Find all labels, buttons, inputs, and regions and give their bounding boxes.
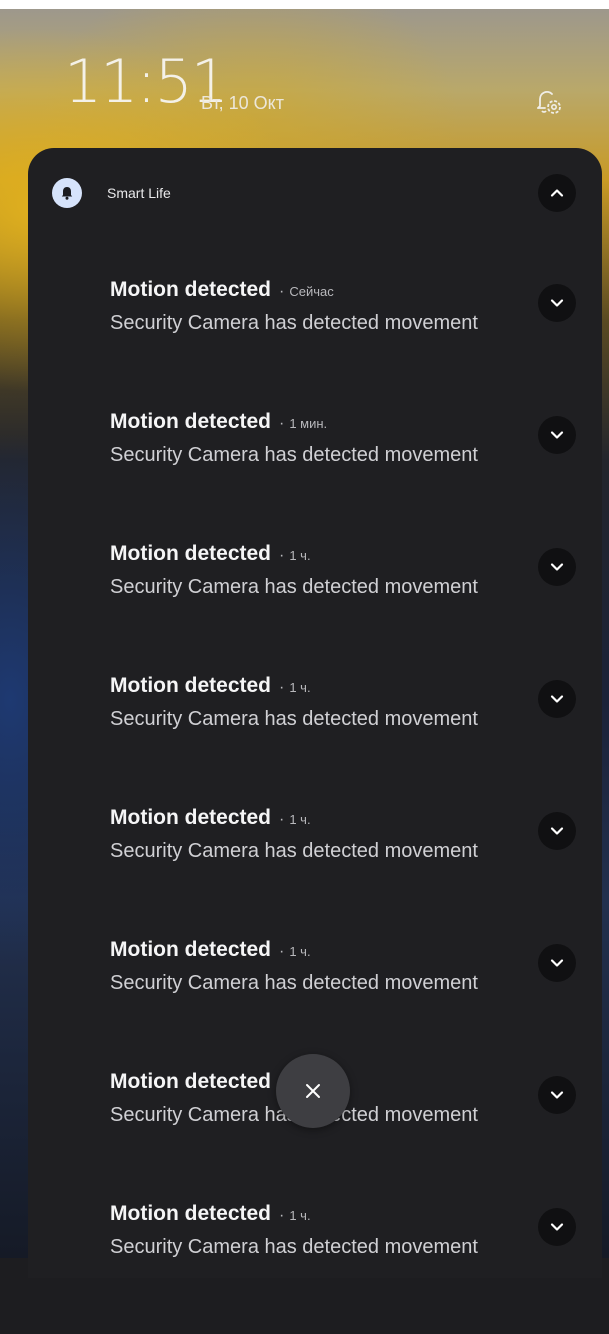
chevron-down-icon [550,299,564,307]
notification-title-line: Motion detected · 1 ч. [110,938,311,962]
expand-notification-button[interactable] [538,812,576,850]
notification-item[interactable]: Motion detected · 1 ч. Security Camera has … [28,938,602,1070]
notification-title: Motion detected [110,938,271,961]
collapse-group-button[interactable] [538,174,576,212]
notification-item[interactable]: Motion detected · 1 мин. Security Camera ha… [28,410,602,542]
separator-dot: · [279,811,285,828]
chevron-down-icon [550,1091,564,1099]
notification-body: Security Camera has detected movement [110,1236,478,1258]
notification-item[interactable]: Motion detected · Сейчас Security Camera ha… [28,278,602,410]
notification-title-line: Motion detected · 1 мин. [110,410,327,434]
notification-title-line: Motion detected · 1 ч. [110,806,311,830]
chevron-down-icon [550,695,564,703]
notification-settings-icon [537,91,561,114]
notification-body: Security Camera has detected movement [110,444,478,466]
notification-title-line: Motion detected · 1 ч. [110,674,311,698]
chevron-down-icon [550,431,564,439]
expand-notification-button[interactable] [538,548,576,586]
close-icon [306,1084,320,1098]
notification-title-line: Motion detected · Сейчас [110,278,334,302]
notification-group-header[interactable]: Smart Life [28,148,602,240]
notification-body: Security Camera has detected movement [110,840,478,862]
chevron-down-icon [550,959,564,967]
chevron-down-icon [550,1223,564,1231]
status-bar-strip [0,0,609,9]
app-icon [52,178,82,208]
clear-all-button[interactable] [276,1054,350,1128]
notification-title: Motion detected [110,278,271,301]
expand-notification-button[interactable] [538,416,576,454]
notification-time: Сейчас [289,284,334,299]
separator-dot: · [279,1207,285,1224]
chevron-down-icon [550,563,564,571]
notification-title: Motion detected [110,674,271,697]
separator-dot: · [279,415,285,432]
notification-title: Motion detected [110,1202,271,1225]
notification-title: Motion detected [110,410,271,433]
separator-dot: · [279,547,285,564]
app-name: Smart Life [107,185,171,201]
notification-body: Security Camera has detected movement [110,576,478,598]
notification-item[interactable]: Motion detected · 1 ч. Security Camera has … [28,806,602,938]
expand-notification-button[interactable] [538,944,576,982]
notification-settings-button[interactable] [530,84,566,120]
separator-dot: · [279,679,285,696]
expand-notification-button[interactable] [538,1076,576,1114]
notification-time: 1 ч. [289,680,311,695]
notification-title: Motion detected [110,1070,271,1093]
notification-item[interactable]: Motion detected · 1 ч. Security Camera has … [28,674,602,806]
expand-notification-button[interactable] [538,680,576,718]
chevron-up-icon [550,189,564,197]
notification-body: Security Camera has detected movement [110,708,478,730]
notification-item[interactable]: Motion detected · 1 ч. Security Camera has … [28,1202,602,1334]
notification-item[interactable]: Motion detected · 1 ч. Security Camera has … [28,542,602,674]
notification-body: Security Camera has detected movement [110,312,478,334]
notification-time: 1 ч. [289,548,311,563]
notification-title: Motion detected [110,806,271,829]
expand-notification-button[interactable] [538,284,576,322]
notification-time: 1 ч. [289,944,311,959]
notification-title-line: Motion detected · 1 ч. [110,542,311,566]
notification-time: 1 ч. [289,812,311,827]
notification-title: Motion detected [110,542,271,565]
notification-time: 1 мин. [289,416,328,431]
lockscreen-date: Вт, 10 Окт [201,93,285,113]
separator-dot: · [279,943,285,960]
notification-title-line: Motion detected · 1 ч. [110,1202,311,1226]
chevron-down-icon [550,827,564,835]
notification-body: Security Camera has detected movement [110,972,478,994]
notification-time: 1 ч. [289,1208,311,1223]
separator-dot: · [279,283,285,300]
expand-notification-button[interactable] [538,1208,576,1246]
bell-icon [61,187,73,200]
